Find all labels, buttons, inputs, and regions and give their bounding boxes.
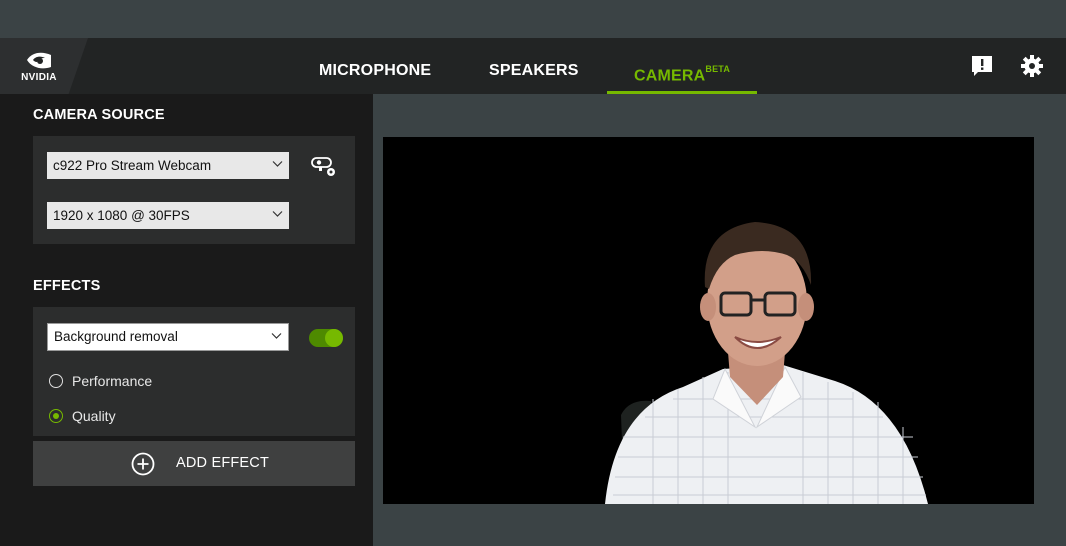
effect-toggle[interactable] — [309, 329, 343, 347]
tab-label: SPEAKERS — [489, 62, 579, 79]
logo-area: NVIDIA — [0, 38, 88, 94]
chevron-down-icon — [272, 161, 283, 167]
radio-quality[interactable]: Quality — [49, 407, 116, 425]
add-effect-button[interactable]: ADD EFFECT — [33, 441, 355, 486]
toggle-knob — [325, 329, 343, 347]
beta-badge: BETA — [705, 64, 731, 74]
add-circle-icon — [131, 452, 155, 476]
tab-label: MICROPHONE — [319, 62, 432, 79]
radio-label: Performance — [72, 373, 153, 389]
tab-camera[interactable]: CAMERABETA — [607, 38, 757, 94]
camera-source-card: c922 Pro Stream Webcam 1920 x 1080 @ 30F… — [33, 136, 355, 244]
effect-select[interactable]: Background removal — [47, 323, 289, 351]
radio-label: Quality — [72, 408, 116, 424]
radio-performance[interactable]: Performance — [49, 372, 152, 390]
tab-label: CAMERA — [633, 67, 706, 85]
select-value: 1920 x 1080 @ 30FPS — [53, 208, 190, 223]
top-bar: NVIDIA MICROPHONE SPEAKERS CAMERABETA — [0, 38, 1066, 94]
person-preview-image — [383, 137, 1034, 504]
nvidia-logo: NVIDIA — [14, 49, 64, 85]
chevron-down-icon — [272, 211, 283, 217]
camera-source-title: CAMERA SOURCE — [33, 107, 165, 123]
chevron-down-icon — [271, 333, 282, 339]
logo-text: NVIDIA — [21, 72, 57, 83]
tab-speakers[interactable]: SPEAKERS — [489, 38, 579, 94]
feedback-icon[interactable] — [970, 54, 994, 78]
select-value: c922 Pro Stream Webcam — [53, 158, 212, 173]
add-effect-label: ADD EFFECT — [176, 455, 270, 471]
select-value: Background removal — [54, 329, 178, 344]
effects-title: EFFECTS — [33, 278, 101, 294]
resolution-select[interactable]: 1920 x 1080 @ 30FPS — [47, 202, 289, 229]
radio-circle — [49, 409, 63, 423]
settings-gear-icon[interactable] — [1020, 54, 1044, 78]
left-panel: CAMERA SOURCE c922 Pro Stream Webcam 192… — [0, 94, 373, 546]
camera-device-select[interactable]: c922 Pro Stream Webcam — [47, 152, 289, 179]
radio-circle — [49, 374, 63, 388]
effects-card: Background removal Performance Quality — [33, 307, 355, 436]
camera-settings-icon[interactable] — [311, 155, 337, 179]
tab-microphone[interactable]: MICROPHONE — [319, 38, 431, 94]
camera-preview — [383, 137, 1034, 504]
nvidia-eye-icon — [27, 52, 51, 69]
